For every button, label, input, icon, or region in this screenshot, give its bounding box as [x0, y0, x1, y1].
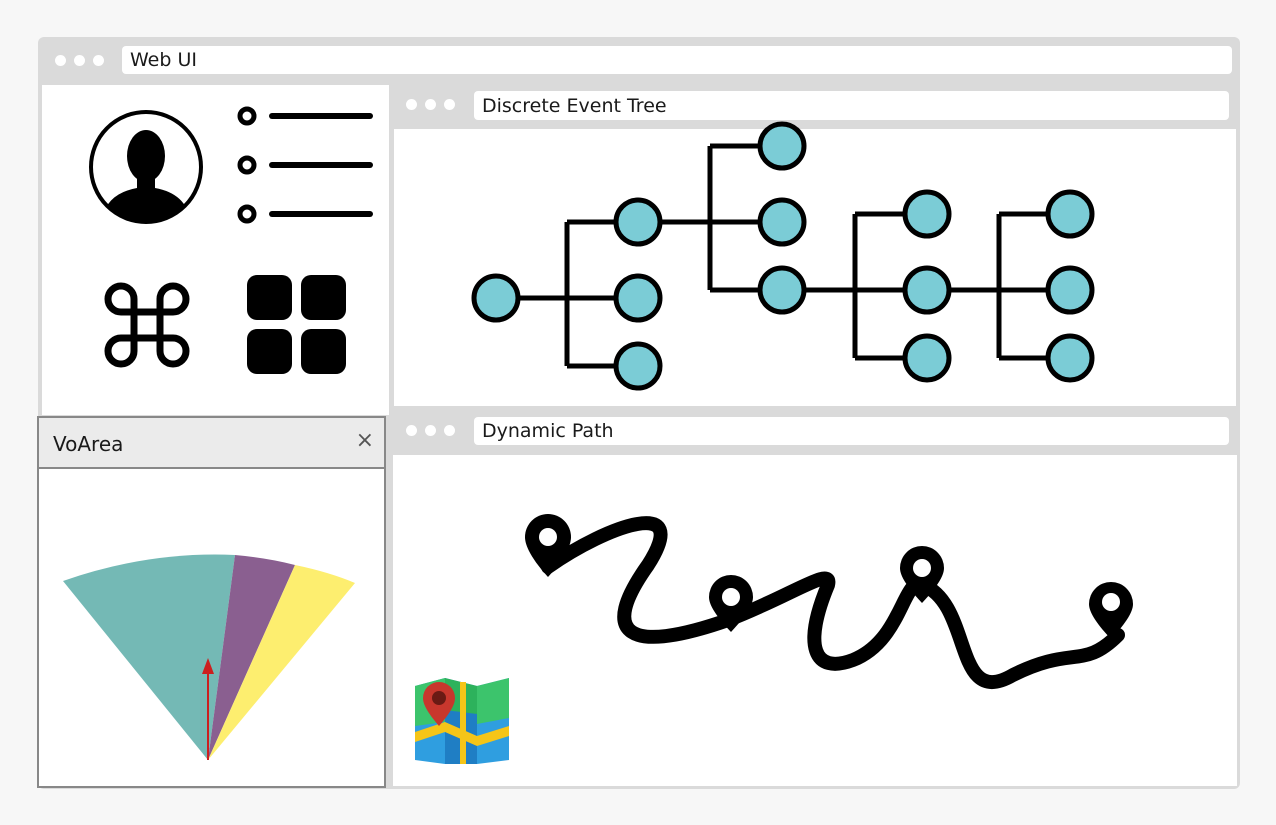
window-control-dot[interactable] — [425, 425, 436, 436]
tree-node[interactable] — [757, 121, 807, 171]
window-control-dot[interactable] — [444, 425, 455, 436]
tree-node[interactable] — [902, 189, 952, 239]
path-window-title-bar[interactable]: Dynamic Path — [474, 417, 1229, 445]
tree-node[interactable] — [902, 333, 952, 383]
tree-node[interactable] — [757, 265, 807, 315]
tree-node[interactable] — [613, 273, 663, 323]
list-icon[interactable] — [236, 104, 376, 228]
web-ui-address-bar[interactable]: Web UI — [122, 46, 1232, 74]
window-control-dot[interactable] — [425, 99, 436, 110]
tree-node[interactable] — [1045, 265, 1095, 315]
window-control-dot[interactable] — [444, 99, 455, 110]
window-control-dot[interactable] — [74, 55, 85, 66]
event-tree-diagram — [471, 121, 1095, 391]
dynamic-path-diagram — [525, 514, 1133, 689]
grid-icon[interactable] — [246, 274, 348, 376]
tree-node[interactable] — [757, 197, 807, 247]
window-control-dot[interactable] — [406, 99, 417, 110]
location-pin-icon[interactable] — [1089, 582, 1133, 639]
tree-window-title: Discrete Event Tree — [482, 94, 667, 117]
tree-node[interactable] — [902, 265, 952, 315]
voarea-window: VoArea × — [37, 416, 386, 788]
sector-teal[interactable] — [63, 554, 235, 760]
tree-node[interactable] — [613, 341, 663, 391]
location-pin-icon[interactable] — [525, 514, 571, 577]
tree-node[interactable] — [613, 197, 663, 247]
user-avatar-icon[interactable] — [87, 108, 205, 226]
window-control-dot[interactable] — [93, 55, 104, 66]
tree-node[interactable] — [471, 273, 521, 323]
tree-node[interactable] — [1045, 333, 1095, 383]
map-icon[interactable] — [413, 674, 511, 764]
window-control-dot[interactable] — [406, 425, 417, 436]
command-icon[interactable] — [104, 282, 190, 368]
window-control-dot[interactable] — [55, 55, 66, 66]
tree-node[interactable] — [1045, 189, 1095, 239]
tree-window-title-bar[interactable]: Discrete Event Tree — [474, 91, 1229, 120]
voarea-sector-diagram — [63, 554, 355, 763]
web-ui-title: Web UI — [130, 49, 197, 71]
path-window-title: Dynamic Path — [482, 420, 614, 442]
